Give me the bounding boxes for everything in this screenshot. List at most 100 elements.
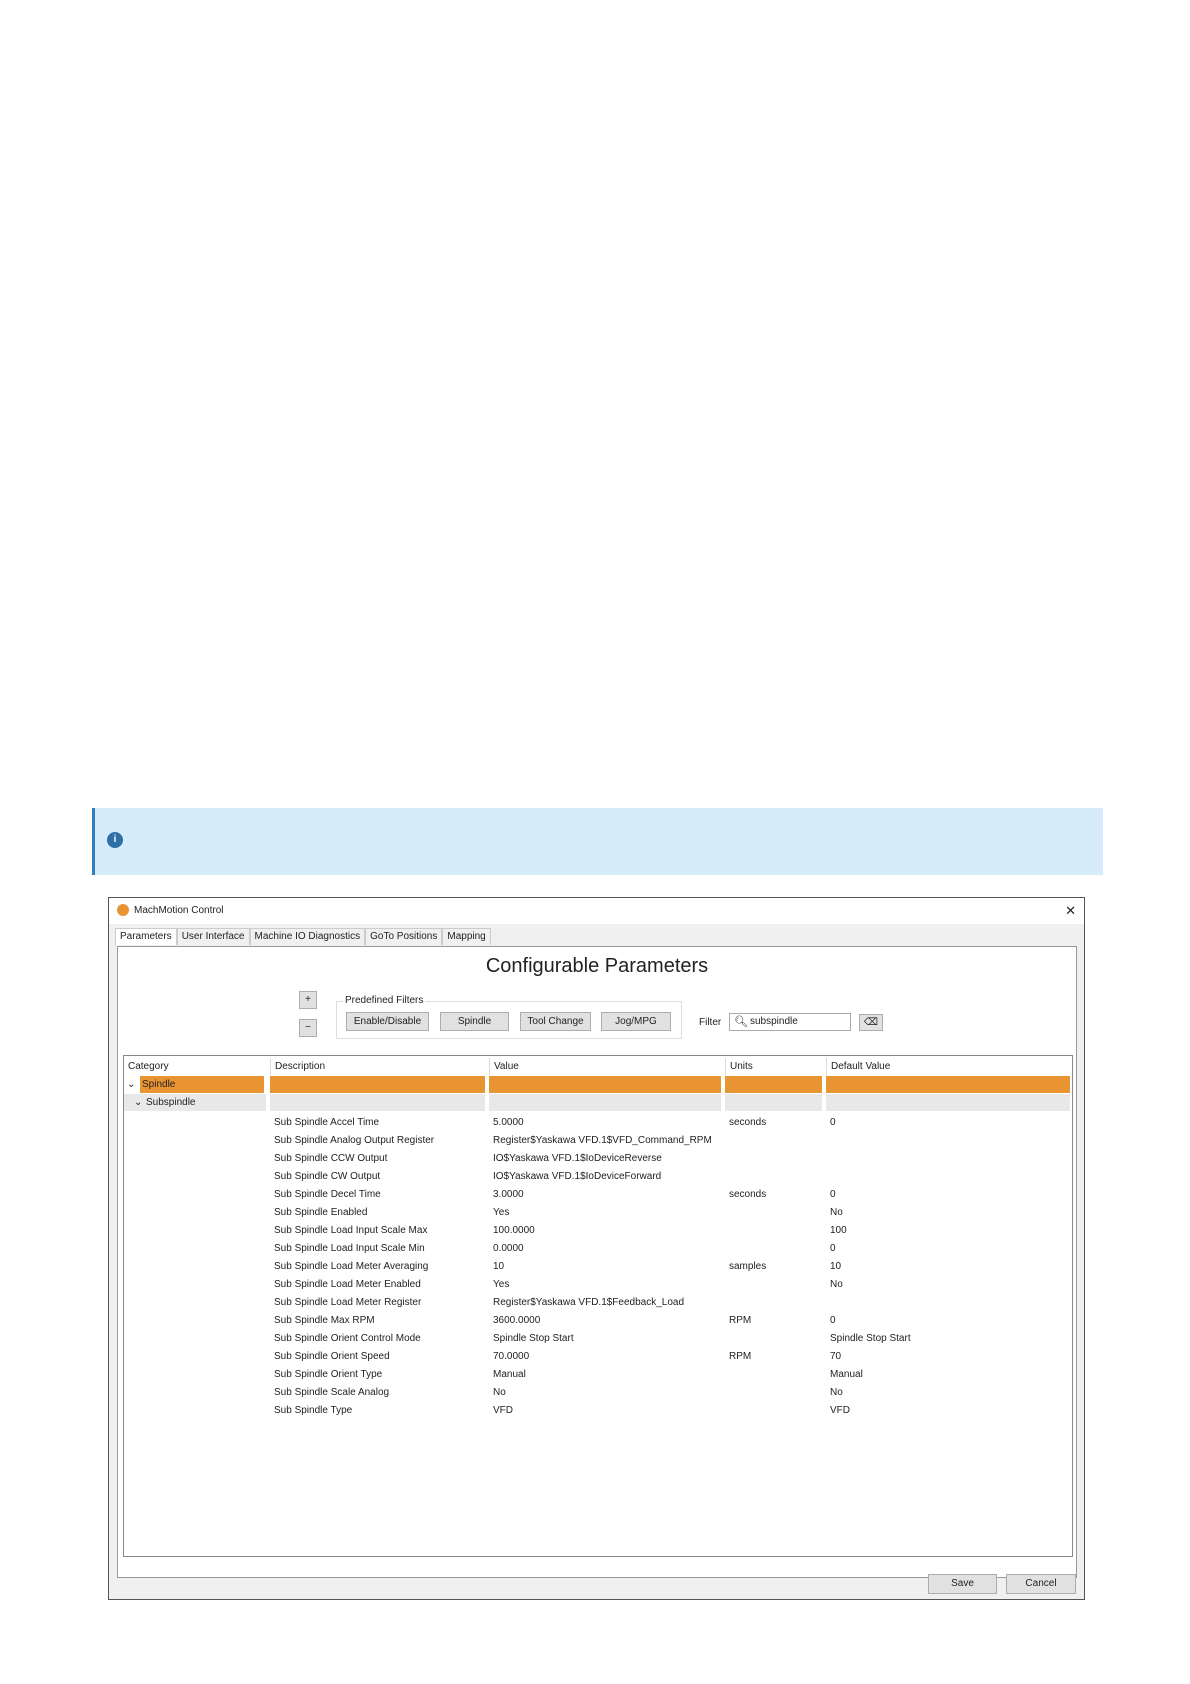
info-note: i	[92, 808, 1103, 875]
predefined-filters-label: Predefined Filters	[343, 995, 426, 1006]
filter-value: subspindle	[750, 1016, 798, 1027]
value-cell: Yes	[493, 1279, 510, 1290]
clear-icon: ⌫	[863, 1017, 879, 1028]
table-row[interactable]: Sub Spindle Load Meter Enabled Yes No	[124, 1276, 1072, 1294]
column-header-value[interactable]: Value	[489, 1058, 721, 1075]
description-cell: Sub Spindle Load Meter Averaging	[274, 1261, 429, 1272]
table-row[interactable]: Sub Spindle Load Meter Register Register$…	[124, 1294, 1072, 1312]
close-icon[interactable]: ✕	[1065, 903, 1076, 919]
search-icon: 🔍︎	[734, 1016, 748, 1028]
description-cell: Sub Spindle Scale Analog	[274, 1387, 390, 1398]
column-header-category[interactable]: Category	[124, 1058, 266, 1075]
table-row[interactable]: Sub Spindle Load Meter Averaging 10 sample…	[124, 1258, 1072, 1276]
units-cell	[725, 1276, 822, 1293]
filter-input[interactable]: 🔍︎ subspindle	[729, 1013, 851, 1031]
category-label: Spindle	[140, 1076, 264, 1093]
tree-row-subspindle[interactable]: ⌄ Subspindle	[124, 1094, 1072, 1112]
parameters-table: Category Description Value Units Default…	[123, 1055, 1073, 1557]
units-cell: RPM	[729, 1351, 752, 1362]
info-icon: i	[107, 832, 123, 848]
units-cell	[725, 1204, 822, 1221]
table-row[interactable]: Sub Spindle Decel Time 3.0000 seconds 0	[124, 1186, 1072, 1204]
clear-filter-button[interactable]: ⌫	[859, 1014, 883, 1031]
chevron-down-icon[interactable]: ⌄	[134, 1094, 142, 1111]
chevron-down-icon[interactable]: ⌄	[127, 1076, 135, 1093]
table-row[interactable]: Sub Spindle Max RPM 3600.0000 RPM 0	[124, 1312, 1072, 1330]
filter-spindle-button[interactable]: Spindle	[440, 1012, 509, 1031]
units-cell: seconds	[729, 1117, 767, 1128]
subcategory-label: Subspindle	[146, 1097, 196, 1108]
description-cell: Sub Spindle CW Output	[274, 1171, 381, 1182]
default-value-cell: VFD	[830, 1405, 850, 1416]
table-row[interactable]: Sub Spindle Orient Type Manual Manual	[124, 1366, 1072, 1384]
tree-row-spindle[interactable]: ⌄ Spindle	[124, 1076, 1072, 1094]
value-cell: 3600.0000	[493, 1315, 541, 1326]
units-cell: samples	[729, 1261, 767, 1272]
table-header: Category Description Value Units Default…	[124, 1058, 1072, 1076]
cancel-button[interactable]: Cancel	[1006, 1574, 1076, 1594]
window-title: MachMotion Control	[134, 905, 224, 916]
description-cell: Sub Spindle Load Input Scale Min	[274, 1243, 425, 1254]
units-cell	[725, 1222, 822, 1239]
collapse-all-button[interactable]: −	[299, 1019, 317, 1037]
value-cell: 3.0000	[493, 1189, 524, 1200]
table-row[interactable]: Sub Spindle Accel Time 5.0000 seconds 0	[124, 1114, 1072, 1132]
tab-mapping[interactable]: Mapping	[442, 928, 491, 945]
filter-label: Filter	[699, 1017, 722, 1028]
units-cell: RPM	[729, 1315, 752, 1326]
filter-enable-disable-button[interactable]: Enable/Disable	[346, 1012, 429, 1031]
column-header-units[interactable]: Units	[725, 1058, 822, 1075]
units-cell	[725, 1240, 822, 1257]
expand-all-button[interactable]: +	[299, 991, 317, 1009]
default-value-cell: 70	[830, 1351, 842, 1362]
units-cell	[725, 1402, 822, 1419]
table-row[interactable]: Sub Spindle Orient Control Mode Spindle S…	[124, 1330, 1072, 1348]
description-cell: Sub Spindle CCW Output	[274, 1153, 388, 1164]
predefined-filters-group: Predefined Filters Enable/Disable Spindl…	[336, 995, 682, 1039]
default-value-cell: No	[830, 1279, 843, 1290]
cell	[725, 1076, 822, 1093]
value-cell: Register$Yaskawa VFD.1$VFD_Command_RPM	[493, 1135, 712, 1146]
filter-jog-mpg-button[interactable]: Jog/MPG	[601, 1012, 671, 1031]
tab-machine-io-diagnostics[interactable]: Machine IO Diagnostics	[249, 928, 366, 945]
filter-tool-change-button[interactable]: Tool Change	[520, 1012, 591, 1031]
default-value-cell	[826, 1132, 1070, 1149]
description-cell: Sub Spindle Max RPM	[274, 1315, 375, 1326]
value-cell: 70.0000	[493, 1351, 530, 1362]
save-button[interactable]: Save	[928, 1574, 997, 1594]
value-cell: VFD	[493, 1405, 513, 1416]
tab-goto-positions[interactable]: GoTo Positions	[365, 928, 443, 945]
table-row[interactable]: Sub Spindle CW Output IO$Yaskawa VFD.1$Io…	[124, 1168, 1072, 1186]
description-cell: Sub Spindle Load Meter Enabled	[274, 1279, 421, 1290]
table-row[interactable]: Sub Spindle Load Input Scale Min 0.0000 0	[124, 1240, 1072, 1258]
cancel-label: Cancel	[1025, 1578, 1057, 1589]
units-cell	[725, 1150, 822, 1167]
default-value-cell: Manual	[830, 1369, 863, 1380]
table-row[interactable]: Sub Spindle Type VFD VFD	[124, 1402, 1072, 1420]
tab-user-interface[interactable]: User Interface	[176, 928, 250, 945]
machmotion-window: MachMotion Control ✕ Parameters User Int…	[108, 897, 1085, 1600]
table-row[interactable]: Sub Spindle Load Input Scale Max 100.0000…	[124, 1222, 1072, 1240]
tab-bar: Parameters User Interface Machine IO Dia…	[115, 928, 491, 945]
default-value-cell: 0	[830, 1315, 836, 1326]
cell	[489, 1076, 721, 1093]
description-cell: Sub Spindle Analog Output Register	[274, 1135, 435, 1146]
default-value-cell	[826, 1168, 1070, 1185]
table-row[interactable]: Sub Spindle Scale Analog No No	[124, 1384, 1072, 1402]
column-header-default-value[interactable]: Default Value	[826, 1058, 1070, 1075]
table-row[interactable]: Sub Spindle Analog Output Register Regist…	[124, 1132, 1072, 1150]
description-cell: Sub Spindle Type	[274, 1405, 353, 1416]
value-cell: Manual	[493, 1369, 526, 1380]
description-cell: Sub Spindle Load Input Scale Max	[274, 1225, 428, 1236]
table-row[interactable]: Sub Spindle Orient Speed 70.0000 RPM 70	[124, 1348, 1072, 1366]
description-cell: Sub Spindle Orient Speed	[274, 1351, 390, 1362]
table-row[interactable]: Sub Spindle Enabled Yes No	[124, 1204, 1072, 1222]
page-title: Configurable Parameters	[485, 955, 709, 977]
category-cell: ⌄ Spindle	[124, 1076, 266, 1093]
tab-parameters[interactable]: Parameters	[115, 928, 177, 945]
description-cell: Sub Spindle Accel Time	[274, 1117, 380, 1128]
column-header-description[interactable]: Description	[270, 1058, 485, 1075]
table-row[interactable]: Sub Spindle CCW Output IO$Yaskawa VFD.1$I…	[124, 1150, 1072, 1168]
units-cell	[725, 1330, 822, 1347]
default-value-cell: No	[830, 1387, 843, 1398]
